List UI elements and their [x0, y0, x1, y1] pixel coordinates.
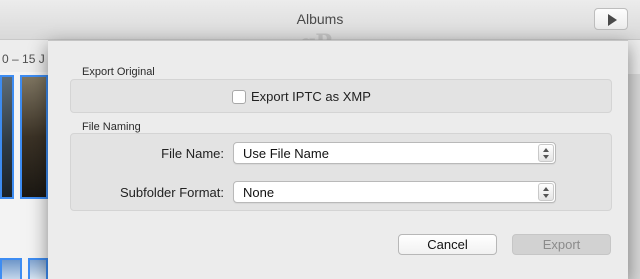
export-sheet: Export Original Export IPTC as XMP File …: [48, 40, 628, 279]
window-title: Albums: [296, 11, 344, 27]
file-name-select[interactable]: Use File Name: [233, 142, 556, 164]
photo-thumbnail[interactable]: [0, 75, 14, 199]
cancel-button[interactable]: Cancel: [398, 234, 497, 255]
file-naming-heading: File Naming: [82, 121, 141, 133]
moment-date-range: 0 – 15 J: [2, 52, 45, 66]
export-iptc-row[interactable]: Export IPTC as XMP: [232, 89, 371, 104]
export-iptc-checkbox[interactable]: [232, 89, 246, 104]
subfolder-format-select[interactable]: None: [233, 181, 556, 203]
export-original-heading: Export Original: [82, 66, 155, 78]
subfolder-format-label: Subfolder Format:: [119, 185, 224, 200]
photo-thumbnail[interactable]: [28, 258, 48, 279]
chevron-up-down-icon: [538, 144, 554, 162]
photo-grid: [0, 72, 48, 279]
export-original-group: Export IPTC as XMP: [70, 79, 612, 113]
window-edge: [628, 74, 640, 279]
chevron-up-down-icon: [538, 183, 554, 201]
file-name-label: File Name:: [161, 146, 224, 161]
export-iptc-label[interactable]: Export IPTC as XMP: [251, 89, 371, 104]
play-slideshow-button[interactable]: [594, 8, 628, 30]
subfolder-format-value: None: [243, 185, 275, 200]
file-name-value: Use File Name: [243, 146, 329, 161]
file-naming-group: File Name: Use File Name Subfolder Forma…: [70, 133, 612, 211]
photo-thumbnail[interactable]: [20, 75, 48, 199]
export-button[interactable]: Export: [512, 234, 611, 255]
photo-thumbnail[interactable]: [0, 258, 22, 279]
